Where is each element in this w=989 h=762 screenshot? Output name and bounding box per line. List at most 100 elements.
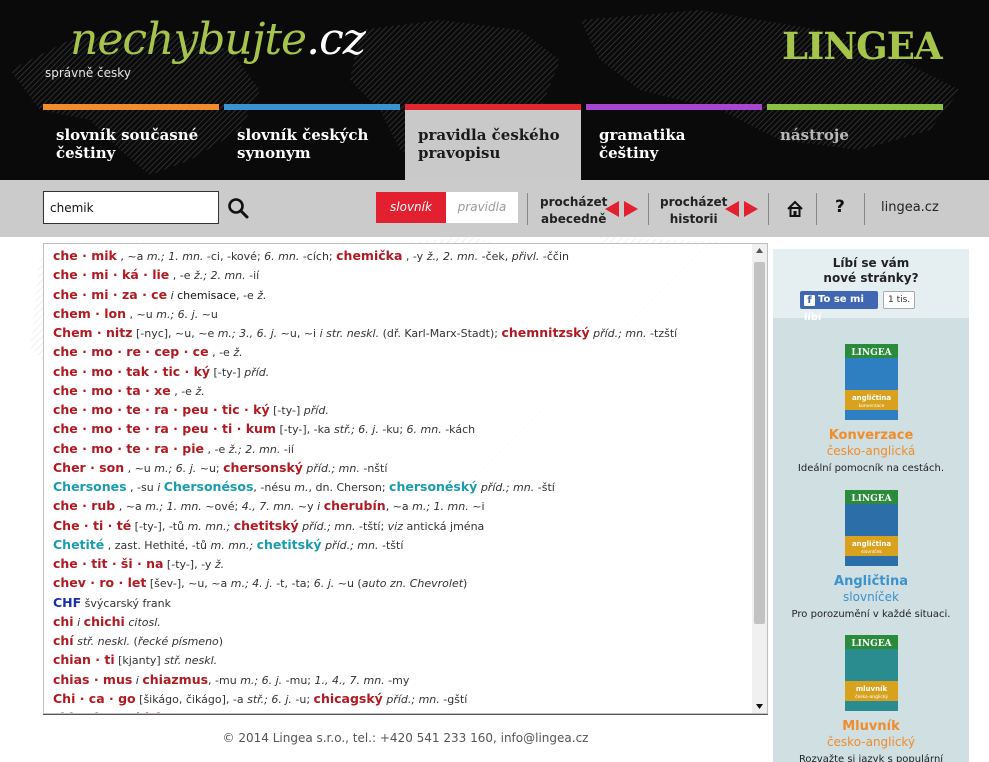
entry-headword[interactable]: chemička <box>336 248 402 263</box>
site-logo[interactable]: nechybujte.cz <box>70 14 366 65</box>
entry-headword[interactable]: chetitský <box>257 537 322 552</box>
entry-headword[interactable]: chí <box>53 633 74 648</box>
dictionary-entry[interactable]: Che · ti · té [-ty-], -tů m. mn.; chetit… <box>53 516 749 535</box>
cover-title: mluvník <box>855 685 887 693</box>
tab-pravidla-ceskeho-pravopisu[interactable]: pravidla českého pravopisu <box>405 104 581 180</box>
entry-headword[interactable]: che · tit · ši · na <box>53 556 163 571</box>
dictionary-entry[interactable]: che · mo · te · ra · pie , -e ž.; 2. mn.… <box>53 439 749 458</box>
mode-slovnik-button[interactable]: slovník <box>376 192 446 223</box>
scroll-up-icon[interactable] <box>752 244 767 258</box>
dictionary-entry[interactable]: che · mo · te · ra · peu · tic · ký [-ty… <box>53 400 749 419</box>
dictionary-entry[interactable]: che · mo · re · cep · ce , -e ž. <box>53 342 749 361</box>
dictionary-entry[interactable]: che · rub , ~a m.; 1. mn. ~ové; 4., 7. m… <box>53 496 749 515</box>
entry-headword[interactable]: che · mi · ká · lie <box>53 267 169 282</box>
entry-headword[interactable]: chem · lon <box>53 306 126 321</box>
entry-headword[interactable]: che · mo · re · cep · ce <box>53 344 209 359</box>
entry-headword[interactable]: che · mo · te · ra · peu · tic · ký <box>53 402 270 417</box>
scrollbar-thumb[interactable] <box>754 262 765 624</box>
entry-headword[interactable]: chev · ro · let <box>53 575 146 590</box>
entry-headword[interactable]: chian · ti <box>53 652 115 667</box>
dictionary-entry[interactable]: Cher · son , ~u m.; 6. j. ~u; chersonský… <box>53 458 749 477</box>
dictionary-entry[interactable]: Chetité , zast. Hethité, -tů m. mn.; che… <box>53 535 749 554</box>
product-card[interactable]: LINGEA angličtina konverzace Konverzace česk… <box>773 344 969 476</box>
tab-slovnik-soucasne-cestiny[interactable]: slovník současné češtiny <box>43 104 219 180</box>
entry-headword[interactable]: che · mo · te · ra · pie <box>53 441 204 456</box>
dictionary-entry[interactable]: che · mo · tak · tic · ký [-ty-] příd. <box>53 362 749 381</box>
entry-headword[interactable]: chemnitzský <box>501 325 589 340</box>
browse-alphabetical-button[interactable]: procházet abecedně <box>540 194 607 228</box>
dictionary-entry[interactable]: che · mo · ta · xe , -e ž. <box>53 381 749 400</box>
search-input[interactable] <box>43 191 219 224</box>
dictionary-entry[interactable]: chem · lon , ~u m.; 6. j. ~u <box>53 304 749 323</box>
dictionary-entry[interactable]: che · mi · ká · lie , -e ž.; 2. mn. -ií <box>53 265 749 284</box>
scroll-down-icon[interactable] <box>752 699 767 713</box>
product-cover-image[interactable]: LINGEA mluvníkčesko-anglický <box>844 635 898 711</box>
dictionary-entry[interactable]: Chem · nitz [-nyc], ~u, ~e m.; 3., 6. j.… <box>53 323 749 342</box>
entry-headword[interactable]: che · mo · te · ra · peu · ti · kum <box>53 421 276 436</box>
entry-headword[interactable]: chichi <box>84 614 125 629</box>
product-name[interactable]: Konverzace <box>773 428 969 444</box>
entry-headword[interactable]: chias · mus <box>53 672 132 687</box>
prev-next-arrows-icon[interactable] <box>605 201 638 217</box>
results-scrollbar[interactable] <box>752 244 767 713</box>
entry-headword[interactable]: Chem · nitz <box>53 325 132 340</box>
lingea-cz-link[interactable]: lingea.cz <box>881 200 939 215</box>
entry-headword[interactable]: Chersonésos <box>164 479 254 494</box>
entry-headword[interactable]: chi <box>53 614 74 629</box>
dictionary-entry[interactable]: chian · ti [kjanty] stř. neskl. <box>53 650 749 669</box>
dictionary-entry[interactable]: che · mo · te · ra · peu · ti · kum [-ty… <box>53 419 749 438</box>
entry-grammar: příd.; mn. <box>386 692 440 706</box>
dictionary-entry[interactable]: che · mik , ~a m.; 1. mn. -ci, -kové; 6.… <box>53 246 749 265</box>
tab-gramatika-cestiny[interactable]: gramatika češtiny <box>586 104 762 180</box>
entry-grammar: 1., 4., 7. mn. <box>314 673 385 687</box>
product-cover-image[interactable]: LINGEA angličtinakonverzace <box>844 344 898 420</box>
facebook-like-button[interactable]: f To se mi líbí <box>800 291 878 323</box>
lingea-brand-logo[interactable]: LINGEA <box>782 24 943 68</box>
entry-headword[interactable]: chetitský <box>234 518 299 533</box>
dictionary-entry[interactable]: chí stř. neskl. (řecké písmeno) <box>53 631 749 650</box>
browse-history-button[interactable]: procházet historii <box>660 194 727 228</box>
entry-headword[interactable]: chersonský <box>223 460 303 475</box>
dictionary-entry[interactable]: Chersones , -su i Chersonésos, -nésu m.,… <box>53 477 749 496</box>
entry-grammar: příd. <box>303 404 329 417</box>
entry-headword[interactable]: CHF <box>53 595 81 610</box>
dictionary-entry[interactable]: che · tit · ši · na [-ty-], -y ž. <box>53 554 749 573</box>
entry-text: , -y <box>402 250 427 263</box>
mode-pravidla-button[interactable]: pravidla <box>446 192 518 223</box>
entry-headword[interactable]: che · mik <box>53 248 117 263</box>
product-cover-image[interactable]: LINGEA angličtinaslovníček <box>844 490 898 566</box>
entry-headword[interactable]: Che · ti · té <box>53 518 131 533</box>
product-card[interactable]: LINGEA mluvník česko-anglický Mluvník česko-… <box>773 635 969 762</box>
entry-headword[interactable]: che · mo · ta · xe <box>53 383 171 398</box>
entry-text: -u; <box>291 692 314 706</box>
entry-headword[interactable]: chiazmus <box>142 672 208 687</box>
search-icon[interactable] <box>226 196 250 220</box>
dictionary-entry[interactable]: chias · mus i chiazmus, -mu m.; 6. j. -m… <box>53 670 749 689</box>
help-button[interactable]: ? <box>835 197 845 217</box>
product-name[interactable]: Mluvník <box>773 719 969 735</box>
entry-grammar: stř. neskl. <box>164 654 218 668</box>
dictionary-entry[interactable]: chi i chichi citosl. <box>53 612 749 631</box>
home-icon[interactable] <box>786 200 804 218</box>
tab-nastroje[interactable]: nástroje <box>767 104 943 180</box>
entry-headword[interactable]: Cher · son <box>53 460 124 475</box>
dictionary-entry[interactable]: Chi · ca · go [šikágo, čikágo], -a stř.;… <box>53 689 749 708</box>
tab-slovnik-ceskych-synonym[interactable]: slovník českých synonym <box>224 104 400 180</box>
dictionary-results-list[interactable]: che · mik , ~a m.; 1. mn. -ci, -kové; 6.… <box>43 243 768 714</box>
entry-headword[interactable]: Chi · ca · go <box>53 691 136 706</box>
results-bottom-border <box>43 714 768 715</box>
history-arrows-icon[interactable] <box>725 201 758 217</box>
entry-headword[interactable]: chicagský <box>314 691 383 706</box>
entry-headword[interactable]: Chersones <box>53 479 127 494</box>
entry-headword[interactable]: chersonéský <box>389 479 477 494</box>
product-card[interactable]: LINGEA angličtina slovníček Angličtina slovn… <box>773 490 969 622</box>
entry-headword[interactable]: che · mi · za · ce <box>53 287 167 302</box>
entry-headword[interactable]: che · rub <box>53 498 115 513</box>
dictionary-entry[interactable]: che · mi · za · ce i chemisace, -e ž. <box>53 285 749 304</box>
dictionary-entry[interactable]: CHF švýcarský frank <box>53 593 749 612</box>
entry-headword[interactable]: Chetité <box>53 537 104 552</box>
entry-headword[interactable]: che · mo · tak · tic · ký <box>53 364 210 379</box>
dictionary-entry[interactable]: chev · ro · let [šev-], ~u, ~a m.; 4. j.… <box>53 573 749 592</box>
product-name[interactable]: Angličtina <box>773 574 969 590</box>
entry-headword[interactable]: cherubín <box>324 498 386 513</box>
